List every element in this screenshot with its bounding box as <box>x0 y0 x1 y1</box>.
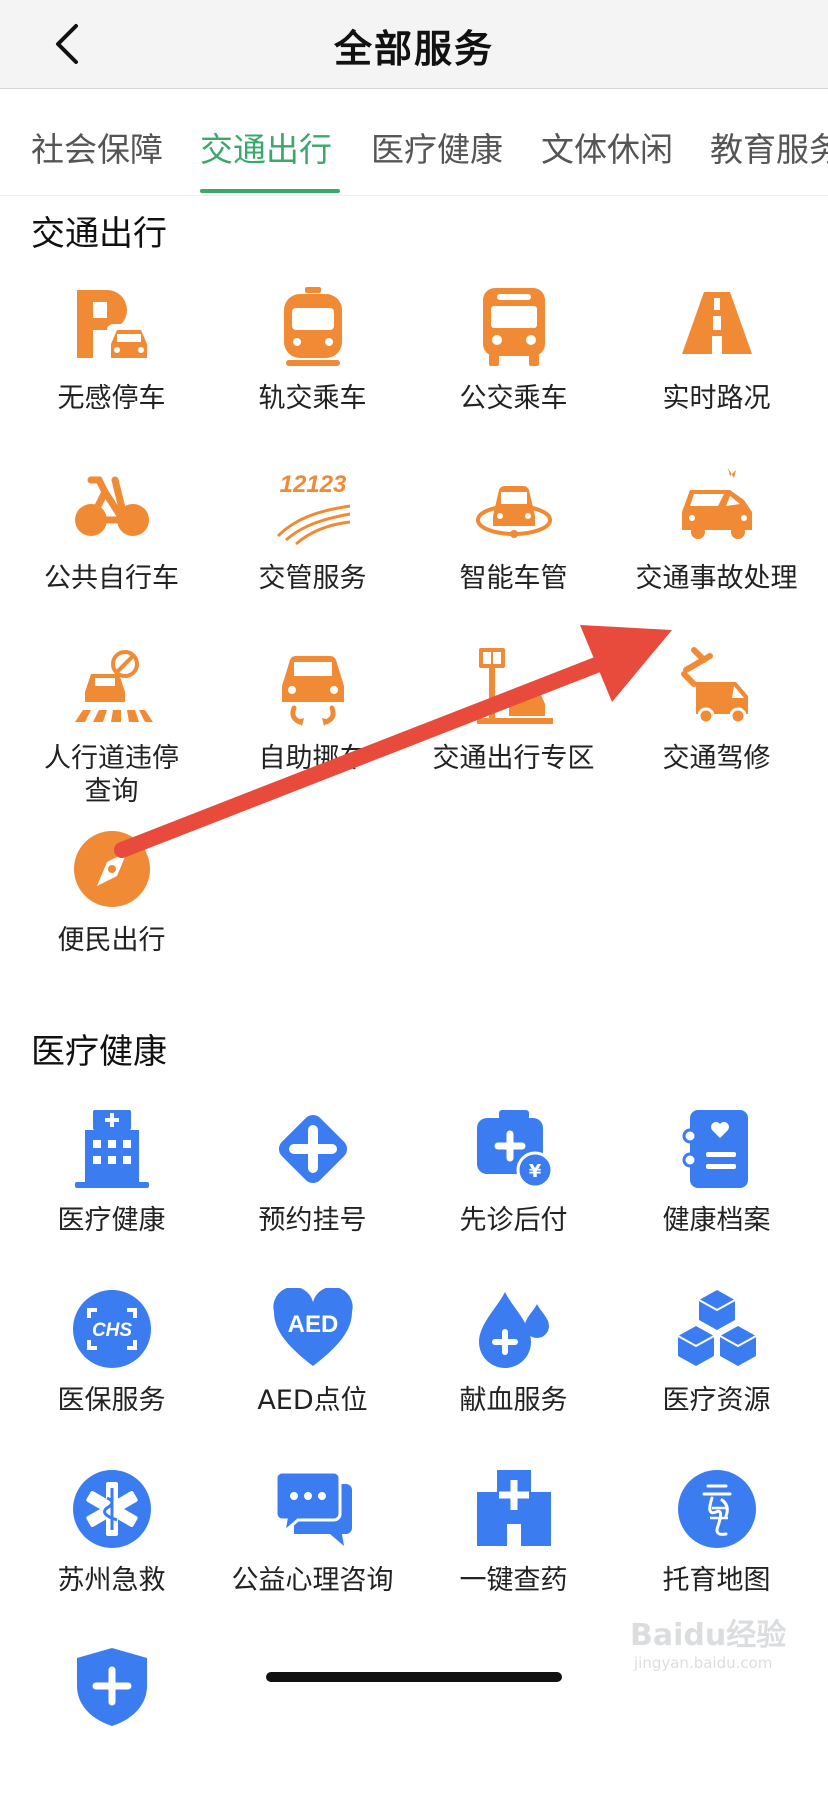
hospital-cross-icon <box>477 1470 551 1546</box>
icon-badge-text: CHS <box>92 1320 132 1341</box>
star-of-life-icon <box>73 1470 151 1548</box>
tab-education[interactable]: 教育服务 <box>710 123 828 171</box>
service-blood-donation[interactable]: 献血服务 <box>410 1288 617 1458</box>
service-accident[interactable]: 交通事故处理 <box>613 466 820 636</box>
service-label: 健康档案 <box>662 1205 771 1236</box>
service-medical-insurance[interactable]: CHS 医保服务 <box>8 1288 215 1458</box>
icon-badge-text: AED <box>288 1311 339 1338</box>
service-label: 交通出行专区 <box>432 743 595 774</box>
tab-transport[interactable]: 交通出行 <box>200 123 332 171</box>
cubes-icon <box>677 1290 757 1366</box>
service-label: 智能车管 <box>459 563 568 594</box>
top-bar: 全部服务 <box>0 0 828 89</box>
service-label: 一键查药 <box>459 1565 568 1596</box>
section-title-transport: 交通出行 <box>31 214 167 254</box>
service-health-record[interactable]: 健康档案 <box>613 1108 820 1278</box>
service-label: 先诊后付 <box>459 1205 568 1236</box>
active-tab-indicator <box>200 189 340 193</box>
plus-diamond-icon <box>278 1114 348 1184</box>
service-aed[interactable]: AED AED点位 <box>209 1288 416 1458</box>
service-label: 自助挪车 <box>258 743 367 774</box>
svg-text:¥: ¥ <box>529 1161 542 1182</box>
car-accident-icon <box>682 468 752 539</box>
service-label: 公益心理咨询 <box>231 1565 394 1596</box>
service-public-bike[interactable]: 公共自行车 <box>8 466 215 636</box>
service-label: 医疗健康 <box>57 1205 166 1236</box>
service-drug-lookup[interactable]: 一键查药 <box>410 1468 617 1638</box>
service-transport-zone[interactable]: 交通出行专区 <box>410 646 617 816</box>
service-traffic-management[interactable]: 12123 交管服务 <box>209 466 416 636</box>
service-psych-consult[interactable]: 公益心理咨询 <box>209 1468 416 1638</box>
bicycle-icon <box>75 476 149 536</box>
service-label: 便民出行 <box>57 925 166 956</box>
service-label: 医疗资源 <box>662 1385 771 1416</box>
shield-plus-icon <box>77 1648 147 1726</box>
home-indicator[interactable] <box>266 1672 562 1682</box>
service-crosswalk-parking[interactable]: 人行道违停 查询 <box>8 646 215 816</box>
service-parking[interactable]: 无感停车 <box>8 286 215 456</box>
service-label: 轨交乘车 <box>258 383 367 414</box>
hospital-building-icon <box>75 1110 149 1188</box>
service-label: 苏州急救 <box>57 1565 166 1596</box>
service-label: 交管服务 <box>258 563 367 594</box>
service-medical-health[interactable]: 医疗健康 <box>8 1108 215 1278</box>
bus-icon <box>483 288 545 366</box>
health-record-icon <box>682 1110 748 1188</box>
compass-icon <box>74 831 150 907</box>
service-traffic-status[interactable]: 实时路况 <box>613 286 820 456</box>
service-label: 无感停车 <box>57 383 166 414</box>
service-label: 献血服务 <box>459 1385 568 1416</box>
transport-zone-icon <box>477 648 553 724</box>
service-label: 交通事故处理 <box>635 563 798 594</box>
service-label: 医保服务 <box>57 1385 166 1416</box>
watermark-text: Baidu经验 <box>630 1618 787 1653</box>
service-label: 预约挂号 <box>258 1205 367 1236</box>
chs-insurance-icon: CHS <box>73 1290 151 1368</box>
service-label: 托育地图 <box>662 1565 771 1596</box>
childcare-map-icon <box>678 1470 756 1548</box>
repair-truck-icon <box>681 647 748 725</box>
tab-medical[interactable]: 医疗健康 <box>371 123 503 171</box>
blood-drop-icon <box>479 1292 549 1368</box>
service-pay-later[interactable]: ¥ 先诊后付 <box>410 1108 617 1278</box>
service-bus[interactable]: 公交乘车 <box>410 286 617 456</box>
service-driving-repair[interactable]: 交通驾修 <box>613 646 820 816</box>
traffic-12123-icon: 12123 <box>276 471 351 546</box>
service-move-car[interactable]: 自助挪车 <box>209 646 416 816</box>
service-smart-car[interactable]: 智能车管 <box>410 466 617 636</box>
medical-kit-yuan-icon: ¥ <box>477 1110 554 1189</box>
page-title: 全部服务 <box>333 27 494 71</box>
service-appointment[interactable]: 预约挂号 <box>209 1108 416 1278</box>
service-label: 公交乘车 <box>459 383 568 414</box>
no-parking-crosswalk-icon <box>75 650 153 722</box>
category-tabs: 社会保障 交通出行 医疗健康 文体休闲 教育服务 <box>0 89 828 196</box>
service-label: 实时路况 <box>662 383 771 414</box>
section-title-medical: 医疗健康 <box>31 1032 167 1072</box>
service-label: 人行道违停 查询 <box>44 743 179 807</box>
service-label: AED点位 <box>257 1385 368 1416</box>
road-icon <box>682 292 752 354</box>
smart-car-icon <box>476 485 552 538</box>
baidu-watermark: Baidu经验 jingyan.baidu.com <box>630 1610 790 1686</box>
parking-car-icon <box>77 290 149 358</box>
service-medical-resources[interactable]: 医疗资源 <box>613 1288 820 1458</box>
aed-heart-icon: AED <box>273 1288 353 1366</box>
metro-train-icon <box>284 287 342 366</box>
tab-social-security[interactable]: 社会保障 <box>31 123 163 171</box>
service-emergency[interactable]: 苏州急救 <box>8 1468 215 1638</box>
move-car-icon <box>282 655 344 726</box>
service-metro[interactable]: 轨交乘车 <box>209 286 416 456</box>
service-convenient-travel[interactable]: 便民出行 <box>8 828 215 998</box>
tab-culture-leisure[interactable]: 文体休闲 <box>541 123 673 171</box>
icon-badge-text: 12123 <box>280 471 347 498</box>
chat-bubbles-icon <box>274 1470 352 1546</box>
service-label: 公共自行车 <box>44 563 179 594</box>
service-label: 交通驾修 <box>662 743 771 774</box>
watermark-subtext: jingyan.baidu.com <box>634 1654 773 1672</box>
service-insurance-shield[interactable] <box>8 1646 215 1816</box>
